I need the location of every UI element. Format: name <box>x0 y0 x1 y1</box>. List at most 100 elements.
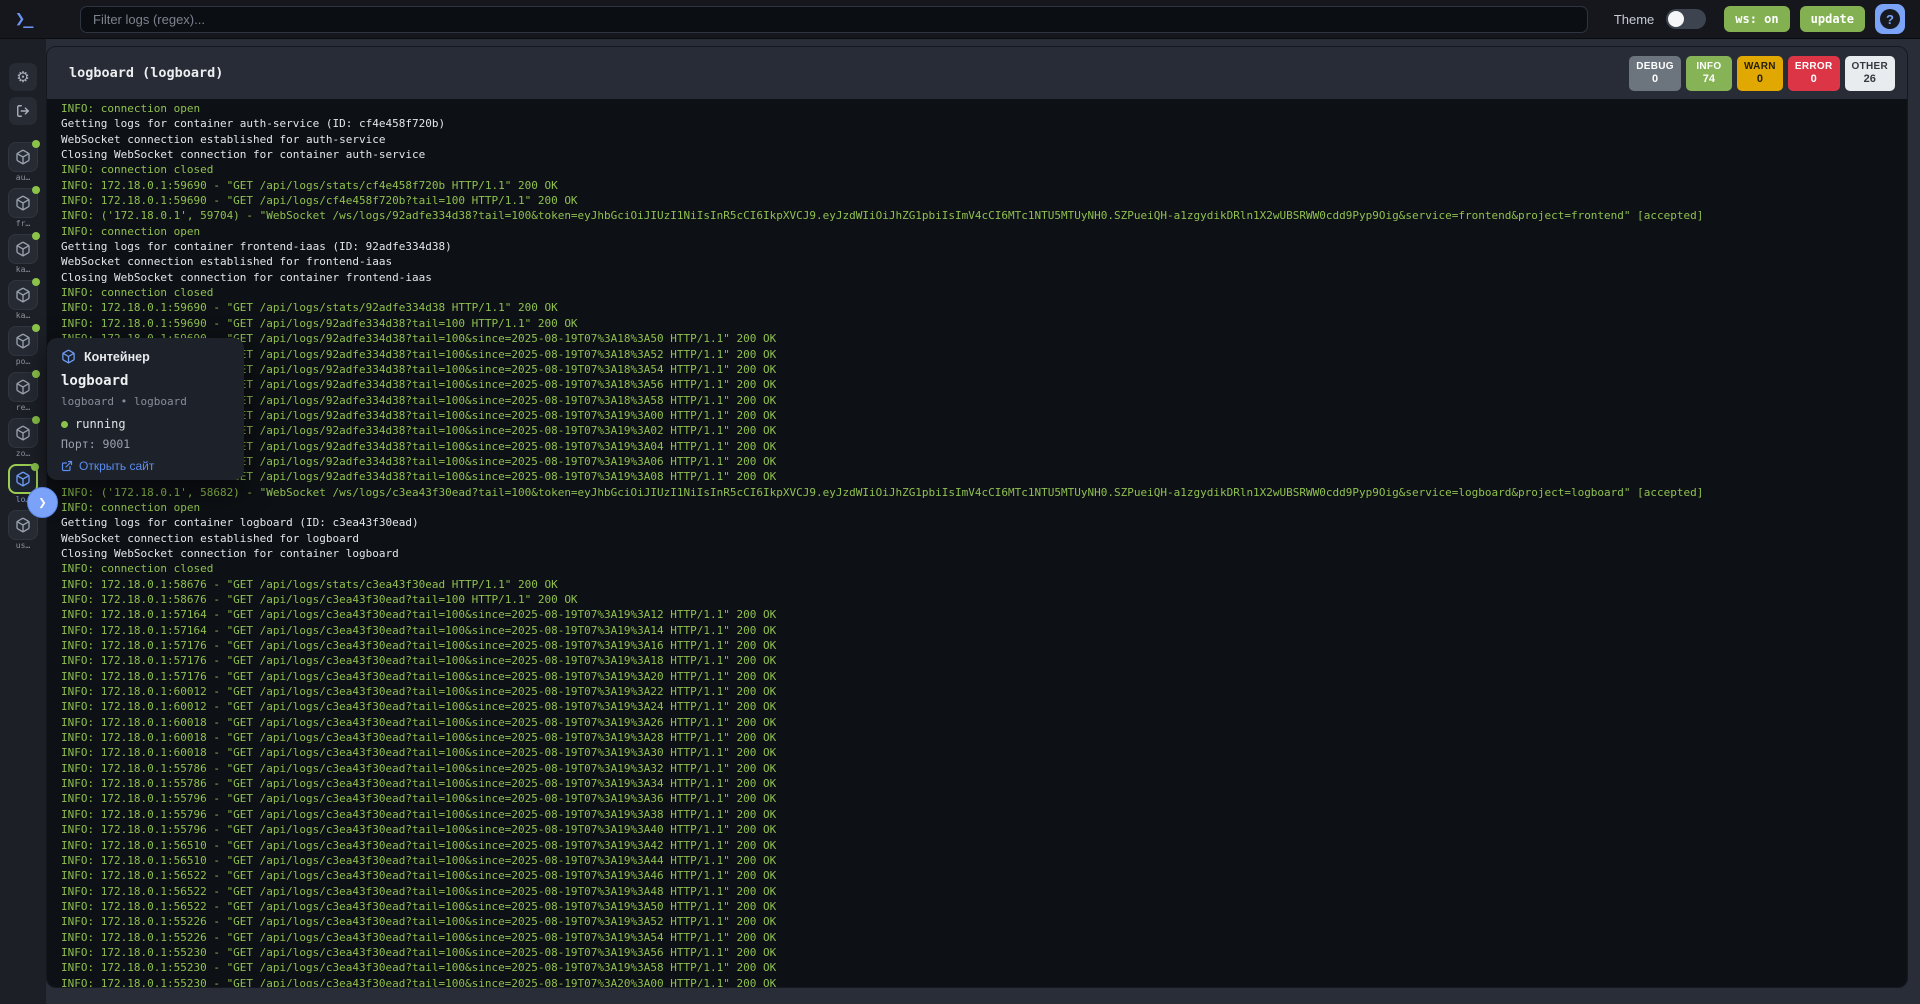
container-popover: Контейнер logboard logboard • logboard r… <box>47 338 244 480</box>
badge-label: WARN <box>1744 61 1776 73</box>
container-label: ka… <box>0 265 46 274</box>
container-cube-icon <box>15 195 31 211</box>
level-badge-info[interactable]: INFO74 <box>1686 56 1732 91</box>
badge-count: 0 <box>1811 73 1817 86</box>
log-line: INFO: 172.18.0.1:60012 - "GET /api/logs/… <box>61 684 1907 699</box>
log-line: INFO: 172.18.0.1:57176 - "GET /api/logs/… <box>61 638 1907 653</box>
log-line: INFO: 172.18.0.1:60012 - "GET /api/logs/… <box>61 699 1907 714</box>
external-link-icon <box>61 460 73 472</box>
badge-count: 74 <box>1703 73 1715 86</box>
container-cube-icon <box>15 287 31 303</box>
container-cube-icon <box>15 241 31 257</box>
log-line: INFO: ('172.18.0.1', 59704) - "WebSocket… <box>61 208 1907 223</box>
log-line: Closing WebSocket connection for contain… <box>61 546 1907 561</box>
theme-toggle-knob <box>1668 11 1684 27</box>
log-line: INFO: 172.18.0.1:59690 - "GET /api/logs/… <box>61 193 1907 208</box>
container-icon-button <box>8 234 38 264</box>
log-window: logboard (logboard) DEBUG0INFO74WARN0ERR… <box>46 46 1908 988</box>
container-icon-button <box>8 188 38 218</box>
open-site-link[interactable]: Открыть сайт <box>61 459 230 473</box>
sidebar-container-item[interactable]: au… <box>0 142 46 188</box>
log-line: INFO: 172.18.0.1:59690 - "GET /api/logs/… <box>61 393 1907 408</box>
log-line: INFO: 172.18.0.1:56510 - "GET /api/logs/… <box>61 838 1907 853</box>
sidebar-container-item[interactable]: ka… <box>0 280 46 326</box>
log-line: INFO: 172.18.0.1:59690 - "GET /api/logs/… <box>61 331 1907 346</box>
container-icon-button <box>8 326 38 356</box>
log-line: INFO: connection open <box>61 500 1907 515</box>
level-badge-warn[interactable]: WARN0 <box>1737 56 1783 91</box>
log-line: INFO: 172.18.0.1:55796 - "GET /api/logs/… <box>61 791 1907 806</box>
log-line: INFO: 172.18.0.1:57176 - "GET /api/logs/… <box>61 669 1907 684</box>
websocket-status-button[interactable]: ws: on <box>1724 6 1789 32</box>
container-label: au… <box>0 173 46 182</box>
sidebar: ⚙ au…fr…ka…ka…po…re…zo…lo…us… <box>0 39 46 1004</box>
log-line: INFO: 172.18.0.1:55226 - "GET /api/logs/… <box>61 930 1907 945</box>
theme-toggle[interactable] <box>1666 9 1706 29</box>
update-button[interactable]: update <box>1800 6 1865 32</box>
page-title: logboard (logboard) <box>69 65 223 81</box>
running-status-dot <box>32 324 40 332</box>
level-badge-other[interactable]: OTHER26 <box>1845 56 1896 91</box>
running-status-dot <box>32 278 40 286</box>
log-line: INFO: 172.18.0.1:59690 - "GET /api/logs/… <box>61 178 1907 193</box>
log-line: INFO: 172.18.0.1:59690 - "GET /api/logs/… <box>61 469 1907 484</box>
log-line: Getting logs for container logboard (ID:… <box>61 515 1907 530</box>
sidebar-container-item[interactable]: zo… <box>0 418 46 464</box>
sidebar-container-item[interactable]: re… <box>0 372 46 418</box>
log-line: INFO: 172.18.0.1:59690 - "GET /api/logs/… <box>61 454 1907 469</box>
log-line: INFO: 172.18.0.1:59690 - "GET /api/logs/… <box>61 408 1907 423</box>
sidebar-expand-button[interactable]: ❯ <box>27 487 58 518</box>
log-line: INFO: 172.18.0.1:56522 - "GET /api/logs/… <box>61 884 1907 899</box>
log-line: INFO: 172.18.0.1:59690 - "GET /api/logs/… <box>61 439 1907 454</box>
running-status-dot <box>31 463 39 471</box>
running-status-dot <box>32 232 40 240</box>
log-output[interactable]: INFO: connection openGetting logs for co… <box>47 99 1907 987</box>
container-status: running <box>61 417 230 431</box>
open-site-label: Открыть сайт <box>79 459 154 473</box>
log-line: INFO: 172.18.0.1:59690 - "GET /api/logs/… <box>61 347 1907 362</box>
container-port: Порт: 9001 <box>61 437 230 451</box>
popover-header: Контейнер <box>61 349 230 364</box>
help-button[interactable]: ? <box>1875 4 1905 34</box>
log-line: INFO: 172.18.0.1:59690 - "GET /api/logs/… <box>61 423 1907 438</box>
log-line: WebSocket connection established for log… <box>61 531 1907 546</box>
log-line: INFO: 172.18.0.1:55230 - "GET /api/logs/… <box>61 960 1907 975</box>
level-badge-error[interactable]: ERROR0 <box>1788 56 1840 91</box>
container-label: po… <box>0 357 46 366</box>
popover-kind-label: Контейнер <box>84 350 150 364</box>
filter-input[interactable] <box>80 6 1588 33</box>
logout-button[interactable] <box>9 97 37 125</box>
container-label: re… <box>0 403 46 412</box>
container-name: logboard <box>61 373 230 389</box>
badge-label: ERROR <box>1795 61 1833 73</box>
sidebar-container-item[interactable]: po… <box>0 326 46 372</box>
log-line: Getting logs for container frontend-iaas… <box>61 239 1907 254</box>
log-line: INFO: connection open <box>61 101 1907 116</box>
log-line: INFO: connection closed <box>61 162 1907 177</box>
settings-button[interactable]: ⚙ <box>9 63 37 91</box>
container-label: fr… <box>0 219 46 228</box>
container-icon-button <box>8 280 38 310</box>
log-line: INFO: 172.18.0.1:60018 - "GET /api/logs/… <box>61 715 1907 730</box>
log-line: INFO: 172.18.0.1:56510 - "GET /api/logs/… <box>61 853 1907 868</box>
terminal-logo-icon: ❯_ <box>15 9 45 29</box>
container-cube-icon <box>15 517 31 533</box>
sidebar-container-item[interactable]: fr… <box>0 188 46 234</box>
badge-label: OTHER <box>1852 61 1889 73</box>
sidebar-container-item[interactable]: ka… <box>0 234 46 280</box>
log-line: INFO: 172.18.0.1:55786 - "GET /api/logs/… <box>61 761 1907 776</box>
status-text: running <box>75 417 126 431</box>
container-cube-icon <box>15 425 31 441</box>
log-line: WebSocket connection established for fro… <box>61 254 1907 269</box>
top-bar: ❯_ Theme ws: on update ? <box>0 0 1920 39</box>
log-line: INFO: 172.18.0.1:59690 - "GET /api/logs/… <box>61 362 1907 377</box>
log-line: INFO: 172.18.0.1:58676 - "GET /api/logs/… <box>61 577 1907 592</box>
container-cube-icon <box>15 333 31 349</box>
logout-icon <box>16 104 30 118</box>
container-cube-icon <box>15 149 31 165</box>
log-line: INFO: 172.18.0.1:56522 - "GET /api/logs/… <box>61 868 1907 883</box>
container-icon-button <box>8 418 38 448</box>
level-badge-debug[interactable]: DEBUG0 <box>1629 56 1681 91</box>
container-label: ka… <box>0 311 46 320</box>
log-line: INFO: 172.18.0.1:59690 - "GET /api/logs/… <box>61 300 1907 315</box>
